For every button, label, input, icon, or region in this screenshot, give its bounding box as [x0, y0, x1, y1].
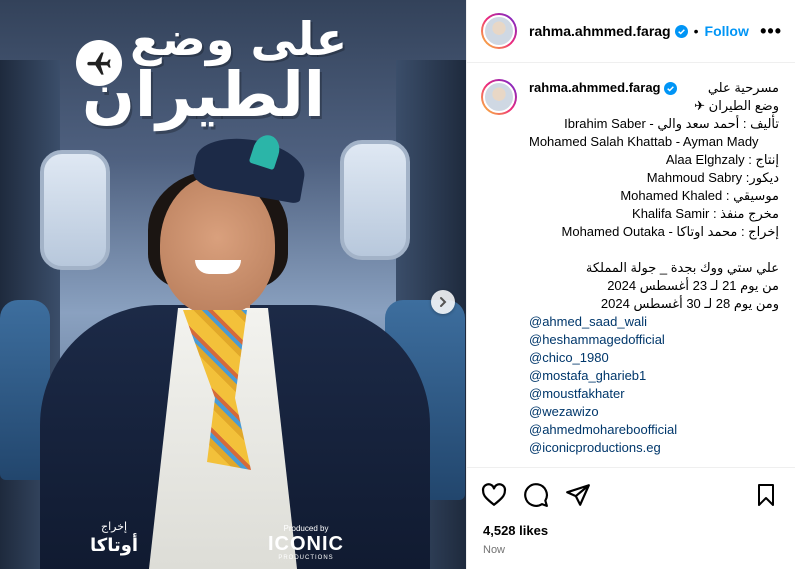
follow-button[interactable]: Follow [705, 23, 749, 39]
next-media-button[interactable] [431, 290, 455, 314]
director-credit: إخراج أوتاكا [90, 520, 138, 556]
caption-line: ديكور: Mahmoud Sabry [646, 170, 779, 185]
mention-link[interactable]: @mostafa_gharieb1 [529, 367, 779, 385]
more-options-button[interactable]: ••• [760, 22, 782, 40]
caption-line: إخراج : محمد اوتاكا - Mohamed Outaka [561, 224, 779, 239]
comment-icon[interactable] [523, 482, 549, 508]
caption-line: Mohamed Salah Khattab - Ayman Mady [529, 134, 759, 149]
mention-link[interactable]: @heshammagedofficial [529, 331, 779, 349]
post-media[interactable]: على وضع الطيران إخراج أوتاكا Produced by… [0, 0, 466, 569]
avatar[interactable] [481, 13, 517, 49]
post-actions: 4,528 likes Now [467, 467, 795, 569]
caption-line: موسيقي : Mohamed Khaled [620, 188, 779, 203]
director-label: إخراج [101, 521, 128, 533]
post-side-panel: rahma.ahmmed.farag • Follow ••• مسرحية ع… [466, 0, 795, 569]
verified-icon [674, 24, 688, 38]
mention-link[interactable]: @ahmedmohareboofficial [529, 421, 779, 439]
caption-line: علي ستي ووك بجدة _ جولة المملكة [585, 260, 779, 275]
flight-attendant-figure [20, 130, 440, 569]
director-name: أوتاكا [90, 535, 139, 555]
mention-link[interactable]: @ahmed_saad_wali [529, 313, 779, 331]
caption-line: مسرحية علي [707, 80, 779, 95]
produced-by-label: Produced by [283, 524, 329, 533]
avatar[interactable] [481, 79, 517, 115]
likes-count[interactable]: 4,528 likes [483, 523, 548, 538]
post-timestamp[interactable]: Now [483, 544, 505, 556]
share-icon[interactable] [565, 482, 591, 508]
heart-icon[interactable] [481, 482, 507, 508]
caption-line: إنتاج : Alaa Elghzaly [665, 152, 779, 167]
mention-link[interactable]: @moustfakhater [529, 385, 779, 403]
caption-area[interactable]: مسرحية علي rahma.ahmmed.farag وضع الطيرا… [467, 63, 795, 467]
producer-brand: ICONIC [268, 533, 344, 555]
caption-text: مسرحية علي rahma.ahmmed.farag وضع الطيرا… [529, 79, 779, 457]
caption-line: مخرج منفذ : Khalifa Samir [632, 206, 779, 221]
producer-credit: Produced by ICONIC PRODUCTIONS [268, 524, 344, 561]
caption-line: من يوم 21 لـ 23 أغسطس 2024 [607, 278, 779, 293]
mention-link[interactable]: @iconicproductions.eg [529, 439, 779, 457]
mention-link[interactable]: @wezawizo [529, 403, 779, 421]
bookmark-icon[interactable] [754, 482, 778, 508]
separator-dot: • [693, 23, 699, 39]
caption-line: تأليف : أحمد سعد والي - Ibrahim Saber [564, 116, 779, 131]
caption-username[interactable]: rahma.ahmmed.farag [529, 79, 661, 97]
post-header: rahma.ahmmed.farag • Follow ••• [467, 0, 795, 63]
mention-link[interactable]: @chico_1980 [529, 349, 779, 367]
caption-line: ومن يوم 28 لـ 30 أغسطس 2024 [600, 296, 779, 311]
producer-sub: PRODUCTIONS [278, 555, 334, 561]
verified-icon [663, 82, 677, 95]
caption-first-line: مسرحية علي rahma.ahmmed.farag [529, 79, 779, 97]
chevron-right-icon [440, 297, 447, 307]
caption-line: وضع الطيران ✈ [694, 98, 779, 113]
plane-icon [76, 40, 122, 86]
header-username[interactable]: rahma.ahmmed.farag [529, 23, 671, 39]
